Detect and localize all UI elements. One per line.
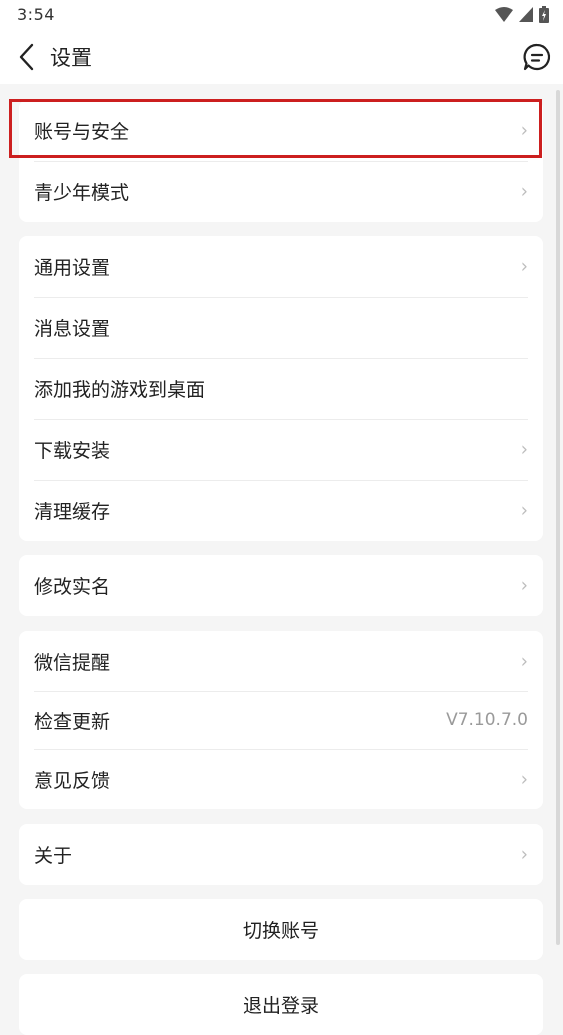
version-value: V7.10.7.0 [446,710,528,730]
item-label: 消息设置 [34,318,111,340]
signal-icon [519,6,533,22]
battery-icon [539,5,549,23]
item-label: 清理缓存 [34,501,111,523]
scrollbar[interactable] [556,90,560,945]
item-label: 检查更新 [34,710,111,733]
chevron-right-icon: › [520,437,528,462]
settings-group-notifications: 微信提醒 › 检查更新 V7.10.7.0 意见反馈 › [19,631,543,809]
modify-real-name-item[interactable]: 修改实名 › [19,555,543,616]
item-label: 修改实名 [34,576,111,598]
settings-group-realname: 修改实名 › [19,555,543,616]
chevron-right-icon: › [520,498,528,523]
chat-bubble-icon [523,43,551,71]
item-label: 通用设置 [34,257,111,279]
about-item[interactable]: 关于 › [19,824,543,885]
item-label: 关于 [34,845,73,867]
status-icons [495,5,549,23]
message-button[interactable] [521,40,553,74]
message-settings-item[interactable]: 消息设置 [19,297,543,358]
wechat-reminder-item[interactable]: 微信提醒 › [19,631,543,691]
wifi-icon [495,6,513,22]
back-button[interactable] [12,40,40,74]
item-label: 意见反馈 [34,769,111,792]
teen-mode-item[interactable]: 青少年模式 › [19,161,543,222]
highlight-box [9,99,542,158]
chevron-right-icon: › [520,767,528,791]
switch-account-button[interactable]: 切换账号 [19,899,543,960]
back-arrow-icon [19,43,34,71]
item-label: 添加我的游戏到桌面 [34,379,206,401]
general-settings-item[interactable]: 通用设置 › [19,236,543,297]
settings-group-about: 关于 › [19,824,543,885]
chevron-right-icon: › [520,573,528,598]
logout-button[interactable]: 退出登录 [19,974,543,1035]
clear-cache-item[interactable]: 清理缓存 › [19,480,543,541]
chevron-right-icon: › [520,254,528,279]
item-label: 下载安装 [34,440,111,462]
top-bar: 3:54 设置 [0,0,563,84]
chevron-right-icon: › [520,842,528,867]
status-time: 3:54 [17,5,55,24]
feedback-item[interactable]: 意见反馈 › [19,749,543,809]
settings-group-general: 通用设置 › 消息设置 添加我的游戏到桌面 下载安装 › 清理缓存 › [19,236,543,541]
chevron-right-icon: › [520,649,528,673]
item-label: 青少年模式 [34,182,130,204]
item-label: 微信提醒 [34,651,111,674]
check-update-item[interactable]: 检查更新 V7.10.7.0 [19,691,543,749]
chevron-right-icon: › [520,179,528,204]
download-install-item[interactable]: 下载安装 › [19,419,543,480]
page-title: 设置 [50,46,92,70]
add-games-to-desktop-item[interactable]: 添加我的游戏到桌面 [19,358,543,419]
